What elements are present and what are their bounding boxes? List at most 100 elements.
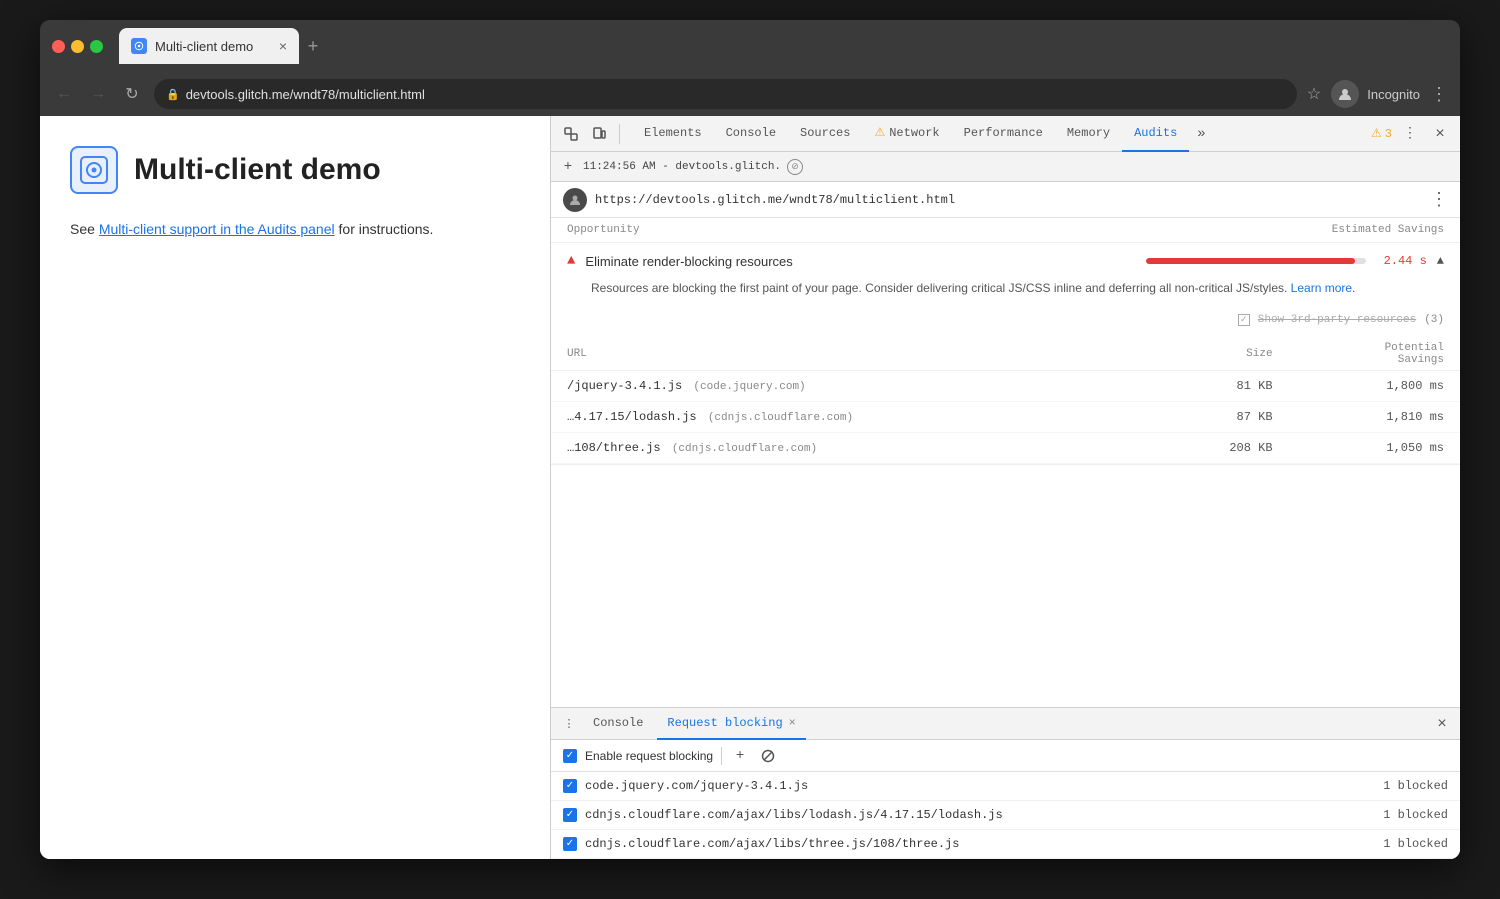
page-logo: Multi-client demo bbox=[70, 146, 520, 194]
reload-button[interactable]: ↻ bbox=[120, 82, 144, 106]
tab-console-bottom[interactable]: Console bbox=[583, 708, 653, 740]
table-cell-url: …108/three.js (cdnjs.cloudflare.com) bbox=[551, 433, 1147, 464]
table-cell-savings: 1,050 ms bbox=[1289, 433, 1460, 464]
table-cell-savings: 1,810 ms bbox=[1289, 402, 1460, 433]
table-row: …4.17.15/lodash.js (cdnjs.cloudflare.com… bbox=[551, 402, 1460, 433]
opportunity-label: Opportunity bbox=[567, 224, 640, 236]
tab-performance[interactable]: Performance bbox=[952, 116, 1055, 152]
audit-savings: 2.44 s bbox=[1384, 254, 1427, 268]
clear-button[interactable]: ⊘ bbox=[787, 159, 803, 175]
blocked-item-checkbox[interactable]: ✓ bbox=[563, 808, 577, 822]
page-title: Multi-client demo bbox=[134, 153, 381, 187]
audit-url-menu-button[interactable]: ⋮ bbox=[1430, 189, 1448, 211]
forward-button[interactable]: → bbox=[86, 82, 110, 106]
tab-elements[interactable]: Elements bbox=[632, 116, 714, 152]
blocked-item-url: cdnjs.cloudflare.com/ajax/libs/lodash.js… bbox=[585, 808, 1375, 822]
new-tab-button[interactable]: + bbox=[299, 32, 327, 60]
device-toolbar-button[interactable] bbox=[587, 122, 611, 146]
audit-content: Opportunity Estimated Savings ▲ Eliminat… bbox=[551, 218, 1460, 707]
tab-console[interactable]: Console bbox=[714, 116, 788, 152]
table-cell-size: 87 KB bbox=[1147, 402, 1288, 433]
browser-tab[interactable]: Multi-client demo × bbox=[119, 28, 299, 64]
minimize-window-button[interactable] bbox=[71, 40, 84, 53]
blocked-item-checkbox[interactable]: ✓ bbox=[563, 837, 577, 851]
audit-item-header[interactable]: ▲ Eliminate render-blocking resources 2.… bbox=[551, 243, 1460, 279]
audit-url-text: https://devtools.glitch.me/wndt78/multic… bbox=[595, 193, 1422, 207]
devtools-close-button[interactable]: × bbox=[1428, 122, 1452, 146]
blocked-item[interactable]: ✓ code.jquery.com/jquery-3.4.1.js 1 bloc… bbox=[551, 772, 1460, 801]
bottom-panel: ⋮ Console Request blocking × × ✓ Enable … bbox=[551, 707, 1460, 859]
browser-menu-button[interactable]: ⋮ bbox=[1430, 84, 1448, 105]
add-pattern-button[interactable]: + bbox=[730, 746, 750, 766]
devtools-toolbar: Elements Console Sources ⚠ Network Perfo… bbox=[551, 116, 1460, 152]
show-3party-label: Show 3rd-party resources bbox=[1258, 314, 1416, 326]
audit-timestamp: 11:24:56 AM - devtools.glitch. bbox=[583, 161, 781, 173]
file-name: …4.17.15/lodash.js bbox=[567, 410, 697, 424]
back-button[interactable]: ← bbox=[52, 82, 76, 106]
blocked-item-url: code.jquery.com/jquery-3.4.1.js bbox=[585, 779, 1375, 793]
bottom-panel-menu-button[interactable]: ⋮ bbox=[559, 714, 579, 734]
blocked-item[interactable]: ✓ cdnjs.cloudflare.com/ajax/libs/lodash.… bbox=[551, 801, 1460, 830]
bottom-panel-tabs: ⋮ Console Request blocking × × bbox=[551, 708, 1460, 740]
tab-memory[interactable]: Memory bbox=[1055, 116, 1122, 152]
alert-badge: ⚠ 3 bbox=[1371, 126, 1392, 141]
incognito-area: Incognito bbox=[1331, 80, 1420, 108]
network-warning-icon: ⚠ bbox=[874, 125, 885, 140]
tab-audits[interactable]: Audits bbox=[1122, 116, 1189, 152]
file-domain: (cdnjs.cloudflare.com) bbox=[708, 412, 853, 424]
audit-expand-button[interactable]: ▲ bbox=[1437, 254, 1444, 268]
table-cell-url: /jquery-3.4.1.js (code.jquery.com) bbox=[551, 371, 1147, 402]
col-savings-header: PotentialSavings bbox=[1289, 338, 1460, 371]
devtools-alerts: ⚠ 3 ⋮ × bbox=[1371, 122, 1452, 146]
file-domain: (code.jquery.com) bbox=[693, 381, 805, 393]
audit-3party-row: ✓ Show 3rd-party resources (3) bbox=[551, 310, 1460, 338]
tab-bar: Multi-client demo × + bbox=[119, 28, 1448, 64]
tab-request-blocking[interactable]: Request blocking × bbox=[657, 708, 805, 740]
audit-item-title: Eliminate render-blocking resources bbox=[585, 254, 1135, 269]
col-url-header: URL bbox=[551, 338, 1147, 371]
enable-blocking-label: Enable request blocking bbox=[585, 749, 713, 763]
tab-network[interactable]: ⚠ Network bbox=[862, 116, 951, 152]
url-text: devtools.glitch.me/wndt78/multiclient.ht… bbox=[186, 87, 425, 102]
bookmark-button[interactable]: ☆ bbox=[1307, 84, 1321, 104]
close-window-button[interactable] bbox=[52, 40, 65, 53]
address-field[interactable]: 🔒 devtools.glitch.me/wndt78/multiclient.… bbox=[154, 79, 1297, 109]
bottom-panel-toolbar: ✓ Enable request blocking + bbox=[551, 740, 1460, 772]
inspect-element-button[interactable] bbox=[559, 122, 583, 146]
audits-panel-link[interactable]: Multi-client support in the Audits panel bbox=[99, 221, 335, 237]
estimated-savings-label: Estimated Savings bbox=[1332, 224, 1444, 236]
blocked-item-url: cdnjs.cloudflare.com/ajax/libs/three.js/… bbox=[585, 837, 1375, 851]
blocked-item-count: 1 blocked bbox=[1383, 837, 1448, 851]
learn-more-link[interactable]: Learn more bbox=[1291, 281, 1352, 295]
bottom-panel-close-button[interactable]: × bbox=[1432, 714, 1452, 734]
settings-button[interactable]: ⋮ bbox=[1398, 122, 1422, 146]
incognito-label: Incognito bbox=[1367, 87, 1420, 102]
block-icon bbox=[758, 746, 778, 766]
col-size-header: Size bbox=[1147, 338, 1288, 371]
request-blocking-tab-close[interactable]: × bbox=[789, 716, 796, 730]
opportunity-header: Opportunity Estimated Savings bbox=[551, 218, 1460, 243]
tab-close-button[interactable]: × bbox=[279, 38, 287, 54]
show-3party-checkbox[interactable]: ✓ bbox=[1238, 314, 1250, 326]
audit-description: Resources are blocking the first paint o… bbox=[551, 279, 1460, 310]
devtools-tabs: Elements Console Sources ⚠ Network Perfo… bbox=[628, 116, 1218, 152]
tab-favicon bbox=[131, 38, 147, 54]
tab-title: Multi-client demo bbox=[155, 39, 253, 54]
blocked-item[interactable]: ✓ cdnjs.cloudflare.com/ajax/libs/three.j… bbox=[551, 830, 1460, 859]
party-count: (3) bbox=[1424, 314, 1444, 326]
devtools-panel: Elements Console Sources ⚠ Network Perfo… bbox=[550, 116, 1460, 859]
address-bar: ← → ↻ 🔒 devtools.glitch.me/wndt78/multic… bbox=[40, 72, 1460, 116]
file-name: …108/three.js bbox=[567, 441, 661, 455]
toolbar-separator bbox=[619, 124, 620, 144]
tab-sources[interactable]: Sources bbox=[788, 116, 862, 152]
file-domain: (cdnjs.cloudflare.com) bbox=[672, 443, 817, 455]
more-tabs-button[interactable]: » bbox=[1189, 116, 1213, 152]
file-name: /jquery-3.4.1.js bbox=[567, 379, 682, 393]
maximize-window-button[interactable] bbox=[90, 40, 103, 53]
blocked-item-checkbox[interactable]: ✓ bbox=[563, 779, 577, 793]
main-content: Multi-client demo See Multi-client suppo… bbox=[40, 116, 1460, 859]
add-audit-button[interactable]: + bbox=[559, 158, 577, 176]
enable-blocking-checkbox[interactable]: ✓ bbox=[563, 749, 577, 763]
browser-window: Multi-client demo × + ← → ↻ 🔒 devtools.g… bbox=[40, 20, 1460, 859]
table-cell-size: 208 KB bbox=[1147, 433, 1288, 464]
